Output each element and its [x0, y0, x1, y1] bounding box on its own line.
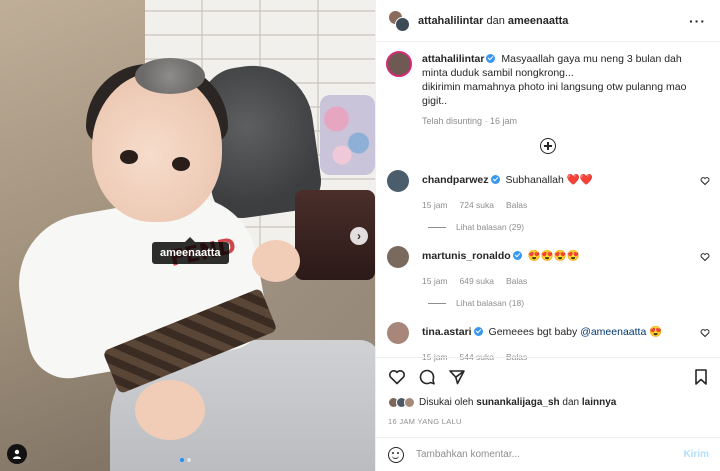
bookmark-icon[interactable] — [693, 368, 709, 386]
share-paper-plane-icon[interactable] — [448, 368, 466, 386]
carousel-dot — [187, 458, 191, 462]
comment-text: chandparwez Subhanallah ❤️❤️ — [422, 170, 708, 187]
add-comment-bar: Kirim — [376, 437, 720, 471]
comment-item: martunis_ronaldo 😍😍😍😍 15 jam 649 suka Ba… — [376, 246, 720, 286]
caption-line-2: dikirimin mamahnya photo ini langsung ot… — [422, 81, 687, 107]
avatar-secondary — [395, 16, 410, 32]
comment-meta: 15 jam 724 suka Balas — [422, 200, 708, 210]
photo-baby-eye-right — [172, 157, 190, 171]
show-tags-button[interactable] — [7, 444, 27, 464]
post-timestamp[interactable]: 16 JAM YANG LALU — [388, 417, 709, 426]
liked-by-joiner: dan — [562, 397, 580, 408]
post-photo[interactable]: FEND ameenaatta › — [0, 0, 375, 471]
plus-circle-icon — [540, 138, 556, 154]
user-tag-label[interactable]: ameenaatta — [152, 237, 229, 264]
liked-by-summary: Disukai oleh sunankalijaga_sh dan lainny… — [388, 397, 709, 408]
replies-divider — [428, 302, 446, 304]
comment-mention-link[interactable]: @ameenaatta — [580, 326, 646, 338]
caption-text: attahalilintar Masyaallah gaya mu neng 3… — [422, 52, 708, 108]
authors-joiner: dan — [486, 14, 505, 27]
avatar[interactable] — [386, 51, 412, 77]
comment-body: 😍😍😍😍 — [527, 250, 580, 262]
view-replies-button[interactable]: Lihat balasan (18) — [376, 286, 720, 308]
verified-badge-icon — [473, 327, 483, 336]
ellipsis-icon: ··· — [689, 13, 706, 29]
photo-baby-face — [92, 72, 222, 222]
photo-floral-pillow — [320, 95, 375, 175]
post-authors: attahalilintar dan ameenaatta — [418, 15, 568, 27]
liked-by-user-link[interactable]: sunankalijaga_sh — [476, 397, 559, 408]
caption-edited-meta: Telah disunting · 16 jam — [422, 116, 518, 126]
comment-item: tina.astari Gemeees bgt baby @ameenaatta… — [376, 322, 720, 362]
comment-meta: 15 jam 649 suka Balas — [422, 276, 708, 286]
comment-time[interactable]: 15 jam — [422, 276, 448, 286]
comment-bubble-icon[interactable] — [418, 368, 436, 386]
like-heart-icon[interactable] — [388, 368, 406, 386]
avatar[interactable] — [387, 322, 409, 344]
caption-username[interactable]: attahalilintar — [422, 53, 484, 65]
comment-time[interactable]: 15 jam — [422, 200, 448, 210]
comment-emoji: 😍 — [649, 326, 663, 338]
liked-by-text: Disukai oleh sunankalijaga_sh dan lainny… — [419, 397, 616, 408]
comment-username[interactable]: tina.astari — [422, 326, 472, 338]
reply-button[interactable]: Balas — [506, 200, 527, 210]
avatar[interactable] — [387, 246, 409, 268]
photo-baby-hand — [135, 380, 205, 440]
verified-badge-icon — [486, 54, 496, 63]
photo-hair-bow — [135, 58, 205, 94]
heart-icon[interactable] — [700, 252, 710, 262]
comment-input[interactable] — [416, 449, 684, 460]
comment-like-count[interactable]: 649 suka — [460, 276, 495, 286]
action-icons — [388, 366, 709, 388]
verified-badge-icon — [512, 251, 522, 260]
comment-item: chandparwez Subhanallah ❤️❤️ 15 jam 724 … — [376, 170, 720, 210]
photo-baby-eye-left — [120, 150, 138, 164]
chevron-right-icon: › — [357, 229, 361, 243]
heart-icon[interactable] — [700, 328, 710, 338]
more-options-button[interactable]: ··· — [689, 13, 706, 29]
post-side-panel: attahalilintar dan ameenaatta ··· attaha… — [375, 0, 720, 471]
post-header: attahalilintar dan ameenaatta ··· — [376, 0, 720, 42]
view-replies-label: Lihat balasan (29) — [456, 222, 525, 232]
verified-badge-icon — [490, 175, 500, 184]
post-action-bar: Disukai oleh sunankalijaga_sh dan lainny… — [376, 357, 720, 426]
comment-username[interactable]: martunis_ronaldo — [422, 250, 511, 262]
view-replies-label: Lihat balasan (18) — [456, 298, 525, 308]
next-photo-button[interactable]: › — [350, 227, 368, 245]
comment-text: tina.astari Gemeees bgt baby @ameenaatta… — [422, 322, 708, 339]
avatar[interactable] — [387, 170, 409, 192]
post-caption: attahalilintar Masyaallah gaya mu neng 3… — [376, 42, 720, 126]
avatar[interactable] — [388, 9, 410, 32]
carousel-indicator — [180, 458, 191, 462]
replies-divider — [428, 226, 446, 228]
liked-by-prefix: Disukai oleh — [419, 397, 474, 408]
comment-username[interactable]: chandparwez — [422, 174, 489, 186]
reply-button[interactable]: Balas — [506, 276, 527, 286]
photo-baby-hand — [252, 240, 300, 282]
user-icon — [13, 449, 21, 459]
heart-icon[interactable] — [700, 176, 710, 186]
load-more-comments-button[interactable] — [376, 138, 720, 160]
emoji-icon[interactable] — [388, 446, 404, 463]
coauthor-link[interactable]: ameenaatta — [508, 15, 569, 27]
liked-by-others-link[interactable]: lainnya — [582, 397, 616, 408]
instagram-post-modal: FEND ameenaatta › — [0, 0, 720, 471]
comment-text: martunis_ronaldo 😍😍😍😍 — [422, 246, 708, 263]
author-link[interactable]: attahalilintar — [418, 15, 483, 27]
comment-body: Subhanallah ❤️❤️ — [505, 174, 593, 186]
avatar — [404, 397, 415, 408]
comment-body: Gemeees bgt baby — [488, 326, 578, 338]
comment-like-count[interactable]: 724 suka — [460, 200, 495, 210]
carousel-dot — [180, 458, 184, 462]
view-replies-button[interactable]: Lihat balasan (29) — [376, 210, 720, 232]
post-comment-button[interactable]: Kirim — [683, 449, 709, 460]
